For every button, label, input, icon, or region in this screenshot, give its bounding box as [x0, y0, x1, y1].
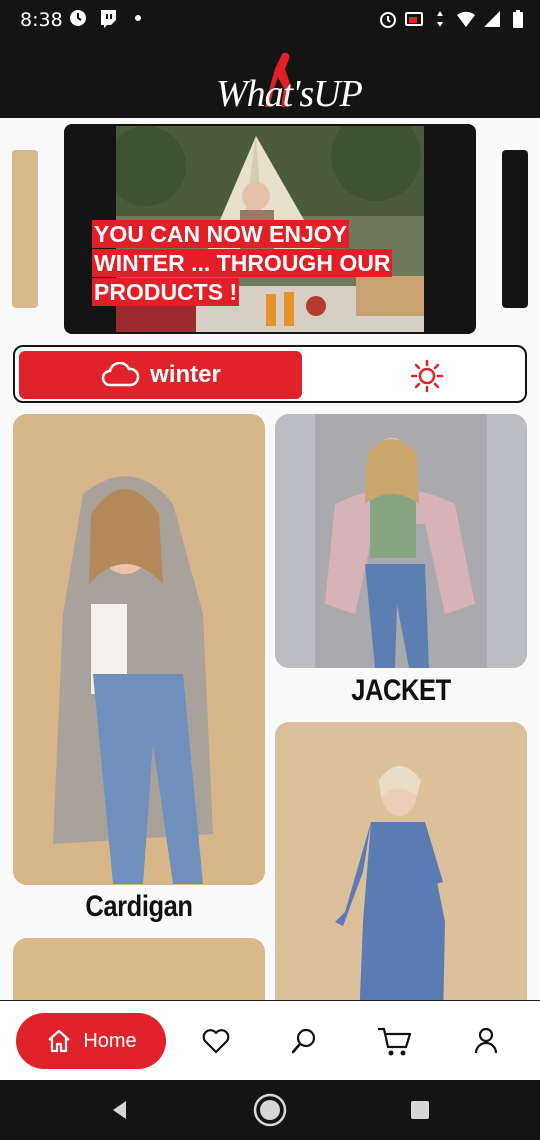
cart-icon[interactable]: [376, 1025, 414, 1057]
cardigan-image: [13, 414, 265, 885]
nav-home-label: Home: [83, 1029, 137, 1052]
back-icon[interactable]: [108, 1098, 132, 1122]
season-toggle: winter: [13, 345, 527, 403]
bottom-nav: Home: [0, 1000, 540, 1080]
search-icon[interactable]: [288, 1025, 320, 1057]
sun-icon[interactable]: [410, 359, 444, 393]
jacket-image: [275, 414, 527, 668]
recents-icon[interactable]: [410, 1100, 430, 1120]
category-grid: Cardigan JACKET: [0, 412, 540, 1000]
heart-icon[interactable]: [200, 1025, 232, 1057]
category-card-partial[interactable]: [13, 938, 265, 1000]
signal-icon: [484, 11, 500, 27]
app-header: What'sUP: [0, 40, 540, 118]
profile-icon[interactable]: [470, 1025, 502, 1057]
battery-icon: [513, 10, 523, 28]
system-nav-bar: [0, 1080, 540, 1140]
nav-home-button[interactable]: Home: [16, 1013, 166, 1069]
category-card-dress[interactable]: [275, 722, 527, 1000]
status-time: 8:38: [20, 9, 63, 31]
home-icon: [48, 1029, 71, 1053]
home-circle-icon[interactable]: [252, 1092, 288, 1128]
winter-tab-label: winter: [150, 361, 221, 388]
cast-icon: [405, 12, 423, 26]
carousel-prev-card[interactable]: [12, 150, 38, 308]
carousel-next-card[interactable]: [502, 150, 528, 308]
data-arrows-icon: [437, 11, 443, 27]
banner-carousel[interactable]: YOU CAN NOW ENJOY WINTER ... THROUGH OUR…: [0, 118, 540, 340]
cloud-icon: [101, 362, 140, 387]
dress-image: [275, 722, 527, 1000]
clock-icon: [70, 10, 86, 26]
banner-text-line: WINTER ... THROUGH OUR: [92, 249, 393, 277]
dot-icon: [135, 15, 141, 21]
banner-text-line: PRODUCTS !: [92, 278, 240, 306]
logo-text: What'sUP: [216, 73, 363, 115]
twitch-icon: [101, 10, 116, 28]
category-card-jacket[interactable]: [275, 414, 527, 668]
alarm-icon: [380, 12, 396, 28]
category-label-jacket: JACKET: [351, 674, 451, 707]
wifi-icon: [457, 11, 475, 27]
category-label-cardigan: Cardigan: [85, 890, 193, 923]
status-bar: 8:38: [0, 0, 540, 40]
category-card-cardigan[interactable]: [13, 414, 265, 885]
promo-banner[interactable]: YOU CAN NOW ENJOY WINTER ... THROUGH OUR…: [64, 124, 476, 334]
winter-tab[interactable]: winter: [19, 351, 302, 399]
banner-text-line: YOU CAN NOW ENJOY: [92, 220, 350, 248]
logo: What'sUP: [216, 50, 363, 115]
